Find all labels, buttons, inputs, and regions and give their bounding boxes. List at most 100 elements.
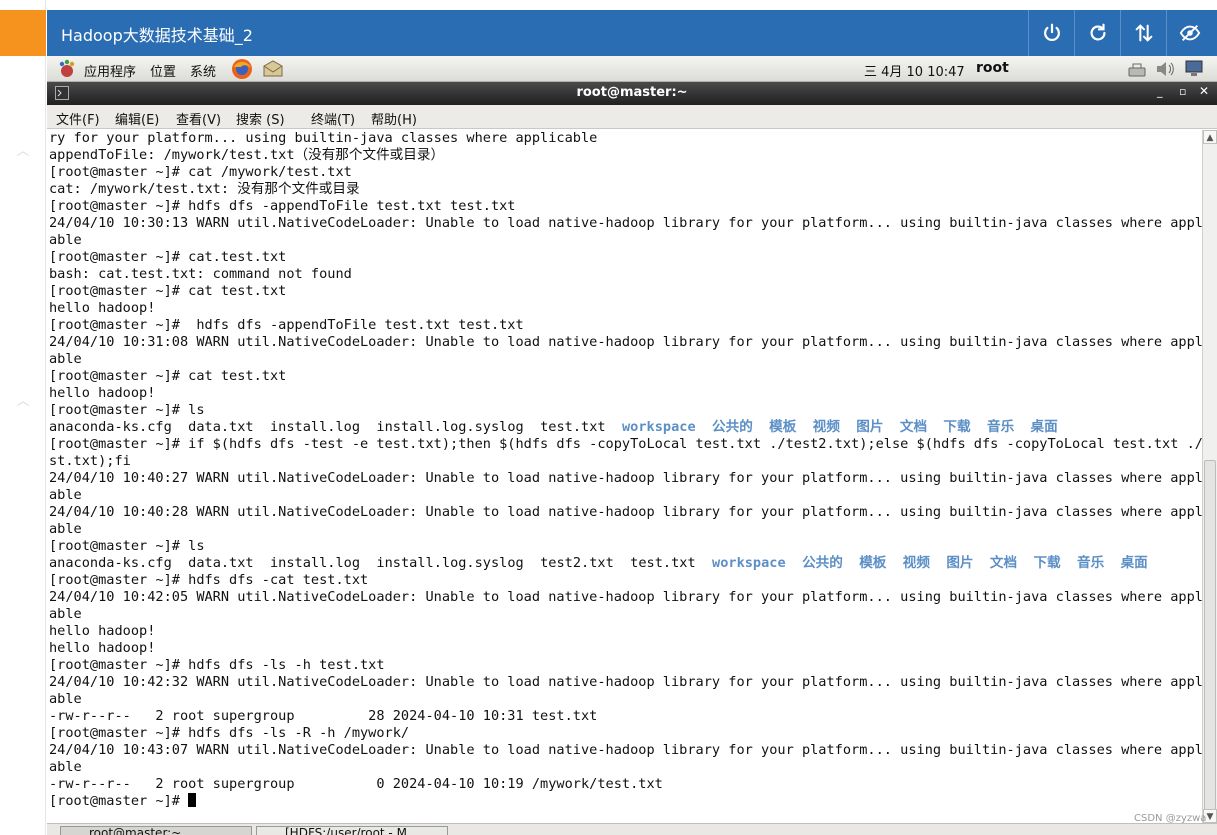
taskbar-item-browser[interactable]: [HDFS:/user/root - M [256, 826, 448, 835]
ls-directory: 模板 [769, 419, 797, 435]
terminal-line: st.txt);fi [49, 453, 131, 469]
chevron-up-icon[interactable]: ︿ [14, 390, 32, 409]
close-button[interactable]: ✕ [1199, 84, 1209, 98]
ls-directory: 音乐 [986, 419, 1015, 435]
taskbar-item-terminal[interactable]: root@master:~ [60, 826, 252, 835]
menu-edit[interactable]: 编辑(E) [115, 109, 159, 128]
applications-menu[interactable]: 应用程序 [84, 61, 136, 80]
ls-file: test.txt [540, 419, 606, 435]
terminal-line: 24/04/10 10:30:13 WARN util.NativeCodeLo… [49, 215, 1202, 231]
terminal-line: 24/04/10 10:40:27 WARN util.NativeCodeLo… [49, 470, 1202, 486]
terminal-line: [root@master ~]# hdfs dfs -ls -R -h /myw… [49, 725, 410, 741]
network-icon[interactable] [1126, 58, 1148, 80]
firefox-icon[interactable] [231, 58, 253, 80]
terminal-line: 24/04/10 10:43:07 WARN util.NativeCodeLo… [49, 742, 1202, 758]
terminal-line: able [49, 606, 82, 622]
ls-directory: 图片 [856, 419, 884, 435]
user-menu[interactable]: root [976, 60, 1009, 76]
terminal-line: [root@master ~]# hdfs dfs -cat test.txt [49, 572, 369, 588]
terminal-line: [root@master ~]# ls [49, 402, 205, 418]
ls-file: install.log [270, 555, 361, 571]
ls-directory: 视频 [812, 419, 840, 435]
terminal-line: hello hadoop! [49, 300, 156, 316]
menu-terminal[interactable]: 终端(T) [311, 109, 355, 128]
power-button[interactable] [1028, 10, 1074, 56]
host-left-strip: ︿ ︿ [0, 0, 46, 835]
ls-directory: 文档 [989, 555, 1018, 571]
taskbar: root@master:~ [HDFS:/user/root - M [47, 823, 1217, 835]
menu-search[interactable]: 搜索 (S) [236, 109, 285, 128]
ls-directory: 下载 [1033, 555, 1061, 571]
terminal-line: cat: /mywork/test.txt: 没有那个文件或目录 [49, 181, 360, 197]
refresh-icon [1090, 23, 1106, 41]
terminal-line: 24/04/10 10:31:08 WARN util.NativeCodeLo… [49, 334, 1202, 350]
vm-header: Hadoop大数据技术基础_2 [47, 10, 1217, 56]
terminal-line: -rw-r--r-- 2 root supergroup 28 2024-04-… [49, 708, 598, 724]
refresh-button[interactable] [1074, 10, 1120, 56]
taskbar-item-label: root@master:~ [89, 826, 182, 835]
ls-directory: 模板 [859, 555, 887, 571]
terminal-line: [root@master ~]# if $(hdfs dfs -test -e … [49, 436, 1202, 452]
host-accent-tab[interactable] [0, 10, 46, 56]
scroll-up-arrow-icon[interactable]: ▲ [1203, 130, 1217, 144]
terminal-line: [root@master ~]# cat test.txt [49, 283, 287, 299]
ls-file: install.log [270, 419, 361, 435]
terminal-line: hello hadoop! [49, 623, 156, 639]
ls-directory: 图片 [946, 555, 974, 571]
terminal-line: able [49, 759, 82, 775]
terminal-line: hello hadoop! [49, 640, 156, 656]
terminal-line: able [49, 487, 82, 503]
terminal-lines: ry for your platform... using builtin-ja… [49, 130, 1202, 810]
clock[interactable]: 三 4月 10 10:47 [864, 61, 965, 80]
terminal-line: 24/04/10 10:40:28 WARN util.NativeCodeLo… [49, 504, 1202, 520]
ls-file: test2.txt [540, 555, 614, 571]
chevron-up-icon[interactable]: ︿ [14, 140, 32, 159]
ls-directory: 文档 [899, 419, 928, 435]
terminal-line: -rw-r--r-- 2 root supergroup 0 2024-04-1… [49, 776, 663, 792]
system-menu[interactable]: 系统 [190, 61, 216, 80]
terminal-line: able [49, 691, 82, 707]
scrollbar-thumb[interactable] [1204, 460, 1216, 810]
vm-title: Hadoop大数据技术基础_2 [61, 26, 253, 45]
terminal-line: ry for your platform... using builtin-ja… [49, 130, 598, 146]
menu-help[interactable]: 帮助(H) [371, 109, 417, 128]
volume-icon[interactable] [1154, 58, 1176, 80]
eye-icon [1179, 25, 1200, 41]
prompt: [root@master ~]# [49, 793, 189, 809]
transfer-icon [1135, 24, 1152, 42]
terminal-line: 24/04/10 10:42:32 WARN util.NativeCodeLo… [49, 674, 1202, 690]
ls-file: install.log.syslog [376, 419, 524, 435]
power-icon [1043, 23, 1060, 42]
terminal-title: root@master:~ [576, 85, 688, 100]
terminal-prompt-line[interactable]: [root@master ~]# [49, 793, 1202, 810]
ls-file: data.txt [188, 419, 254, 435]
terminal-line: able [49, 232, 82, 248]
mail-icon[interactable] [262, 58, 284, 80]
terminal-line: able [49, 351, 82, 367]
ls-directory: 公共的 [712, 419, 753, 435]
terminal-line: [root@master ~]# ls [49, 538, 205, 554]
ls-directory: 视频 [902, 555, 930, 571]
minimize-button[interactable]: _ [1157, 85, 1163, 98]
terminal-scrollbar[interactable]: ▲ ▼ [1202, 130, 1217, 823]
places-menu[interactable]: 位置 [150, 61, 176, 80]
terminal-line: [root@master ~]# cat test.txt [49, 368, 287, 384]
ls-directory: 桌面 [1120, 555, 1148, 571]
menu-file[interactable]: 文件(F) [56, 109, 100, 128]
display-icon[interactable] [1183, 58, 1205, 80]
terminal-line: [root@master ~]# cat.test.txt [49, 249, 287, 265]
ls-directory: workspace [621, 419, 696, 435]
terminal-titlebar[interactable]: root@master:~ _ ▫ ✕ [47, 82, 1217, 105]
ls-directory: 下载 [943, 419, 971, 435]
terminal-line: appendToFile: /mywork/test.txt（没有那个文件或目录… [49, 147, 445, 163]
terminal-line: 24/04/10 10:42:05 WARN util.NativeCodeLo… [49, 589, 1202, 605]
transfer-button[interactable] [1120, 10, 1166, 56]
terminal-line: hello hadoop! [49, 385, 156, 401]
visibility-button[interactable] [1166, 10, 1212, 56]
menu-view[interactable]: 查看(V) [176, 109, 221, 128]
ls-directory: workspace [712, 555, 786, 571]
terminal-output[interactable]: ry for your platform... using builtin-ja… [47, 130, 1202, 823]
maximize-button[interactable]: ▫ [1179, 85, 1186, 98]
terminal-line: anaconda-ks.cfg data.txt install.log ins… [49, 419, 1202, 436]
ls-file: anaconda-ks.cfg [49, 555, 172, 571]
